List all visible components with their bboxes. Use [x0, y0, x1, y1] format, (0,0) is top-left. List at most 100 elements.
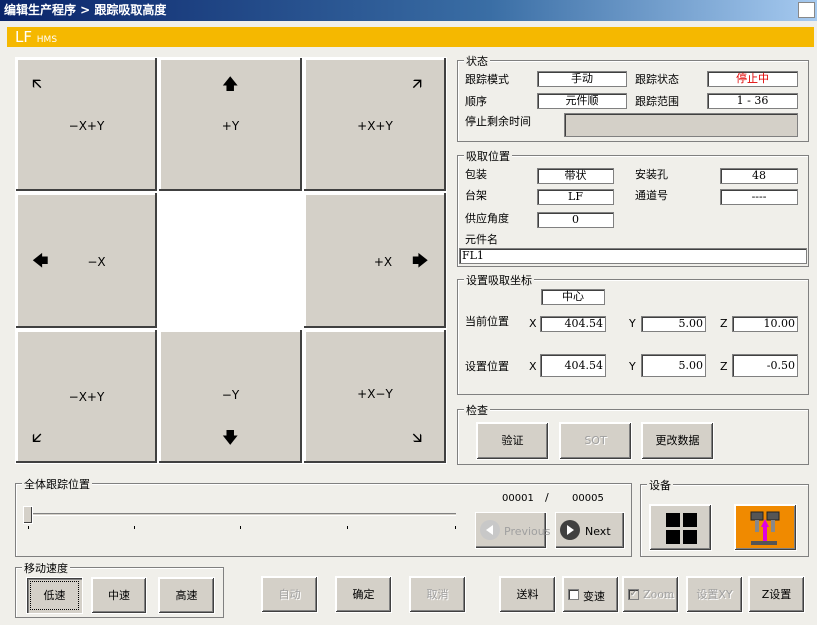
- coords-title: 设置吸取坐标: [464, 272, 534, 288]
- machine-header: LF HMS: [7, 27, 814, 47]
- package-value: 带状: [537, 168, 614, 184]
- confirm-button[interactable]: 确定: [335, 576, 392, 613]
- shift-speed-checkbox[interactable]: [568, 589, 579, 600]
- speed-mid-button[interactable]: 中速: [91, 577, 147, 614]
- jog-button-minus-y[interactable]: −Y 🡇: [158, 329, 303, 464]
- stop-remaining-value: [564, 113, 798, 137]
- jog-button-minus-x-plus-y-top[interactable]: 🡬 −X+Y: [15, 57, 158, 192]
- jog-button-plus-x-minus-y[interactable]: +X−Y 🡮: [303, 329, 447, 464]
- set-z-label: Z: [720, 360, 728, 373]
- arrow-se-icon: 🡮: [412, 428, 423, 447]
- track-state-value: 停止中: [707, 71, 798, 87]
- device-head-button[interactable]: [734, 504, 797, 551]
- track-separator: /: [545, 491, 549, 504]
- device-title: 设备: [647, 477, 673, 493]
- track-slider-thumb[interactable]: [23, 506, 33, 524]
- speed-high-button[interactable]: 高速: [158, 577, 215, 614]
- rack-value: LF: [537, 189, 614, 205]
- track-position-title: 全体跟踪位置: [22, 476, 92, 492]
- set-x-label: X: [529, 360, 537, 373]
- device-group: 设备: [640, 477, 809, 557]
- zoom-toggle[interactable]: ✓ Zoom: [622, 576, 679, 613]
- previous-icon: [480, 520, 500, 540]
- mount-hole-value: 48: [720, 168, 798, 184]
- track-slider[interactable]: [28, 513, 456, 516]
- jog-button-minus-x[interactable]: 🡄 −X: [15, 192, 158, 329]
- arrow-ne-icon: 🡭: [412, 74, 423, 93]
- window-title-bar: 编辑生产程序 > 跟踪吸取高度: [0, 0, 817, 21]
- lane-label: 通道号: [635, 189, 668, 202]
- jog-label: +X: [373, 255, 393, 269]
- shift-speed-toggle[interactable]: 变速: [562, 576, 619, 613]
- jog-button-plus-y[interactable]: 🡅 +Y: [158, 57, 303, 192]
- speed-low-button[interactable]: 低速: [26, 577, 83, 614]
- set-y-input[interactable]: 5.00: [641, 354, 706, 377]
- jog-center: [158, 192, 303, 329]
- cancel-button[interactable]: 取消: [409, 576, 466, 613]
- order-label: 顺序: [465, 95, 487, 108]
- jog-button-minus-x-plus-y-bottom[interactable]: −X+Y 🡯: [15, 329, 158, 464]
- jog-label: −X+Y: [68, 119, 105, 133]
- jog-button-plus-x-plus-y[interactable]: 🡭 +X+Y: [303, 57, 447, 192]
- slider-tick: [240, 526, 241, 529]
- previous-button[interactable]: Previous: [475, 512, 551, 549]
- mount-hole-label: 安装孔: [635, 168, 668, 181]
- stop-remaining-label: 停止剩余时间: [465, 115, 531, 128]
- arrow-down-icon: 🡇: [222, 428, 239, 447]
- jog-label: +Y: [221, 119, 240, 133]
- next-label: Next: [585, 525, 611, 538]
- track-state-label: 跟踪状态: [635, 73, 679, 86]
- arrow-up-icon: 🡅: [222, 74, 239, 93]
- coords-group: 设置吸取坐标 中心 当前位置 X 404.54 Y 5.00 Z 10.00 设…: [457, 272, 809, 395]
- current-x-label: X: [529, 317, 537, 330]
- feed-angle-label: 供应角度: [465, 212, 509, 225]
- next-button[interactable]: Next: [555, 512, 625, 549]
- slider-tick: [455, 526, 456, 529]
- track-range-value: 1 - 36: [707, 93, 798, 109]
- coords-mode-value: 中心: [541, 289, 605, 305]
- check-title: 检查: [464, 402, 490, 418]
- lane-value: ----: [720, 189, 798, 205]
- slider-tick: [134, 526, 135, 529]
- next-icon: [560, 520, 580, 540]
- rack-label: 台架: [465, 189, 487, 202]
- part-name-value: FL1: [459, 248, 807, 264]
- pickup-title: 吸取位置: [464, 148, 512, 164]
- arrow-right-icon: 🡆: [412, 251, 429, 270]
- feed-angle-value: 0: [537, 212, 614, 228]
- current-y-value: 5.00: [641, 316, 706, 332]
- machine-suffix: HMS: [36, 35, 58, 45]
- set-z-button[interactable]: Z设置: [748, 576, 805, 613]
- part-name-label: 元件名: [465, 233, 498, 246]
- previous-label: Previous: [504, 525, 551, 538]
- current-position-label: 当前位置: [465, 315, 509, 328]
- shift-speed-label: 变速: [583, 590, 605, 603]
- current-z-label: Z: [720, 317, 728, 330]
- package-label: 包装: [465, 168, 487, 181]
- jog-button-plus-x[interactable]: +X 🡆: [303, 192, 447, 329]
- order-value: 元件顺: [537, 93, 627, 109]
- track-range-label: 跟踪范围: [635, 95, 679, 108]
- set-xy-button[interactable]: 设置XY: [686, 576, 743, 613]
- verify-button[interactable]: 验证: [476, 422, 549, 460]
- device-grid-button[interactable]: [649, 504, 712, 551]
- jog-label: −Y: [221, 388, 240, 402]
- close-icon[interactable]: [798, 2, 815, 18]
- placement-head-icon: [750, 511, 780, 545]
- zoom-label: Zoom: [643, 588, 675, 601]
- arrow-sw-icon: 🡯: [32, 428, 43, 447]
- zoom-checkbox[interactable]: ✓: [628, 589, 639, 600]
- track-mode-value: 手动: [537, 71, 627, 87]
- arrow-nw-icon: 🡬: [32, 74, 43, 93]
- auto-button[interactable]: 自动: [261, 576, 318, 613]
- speed-group: 移动速度 低速 中速 高速: [15, 560, 224, 618]
- jog-label: +X+Y: [357, 119, 393, 133]
- set-x-input[interactable]: 404.54: [540, 354, 606, 377]
- change-data-button[interactable]: 更改数据: [641, 422, 714, 460]
- feed-button[interactable]: 送料: [499, 576, 556, 613]
- set-position-label: 设置位置: [465, 360, 509, 373]
- set-z-input[interactable]: -0.50: [732, 354, 798, 377]
- grid-icon: [666, 513, 697, 544]
- sot-button[interactable]: SOT: [559, 422, 632, 460]
- track-total-count: 00005: [572, 493, 604, 504]
